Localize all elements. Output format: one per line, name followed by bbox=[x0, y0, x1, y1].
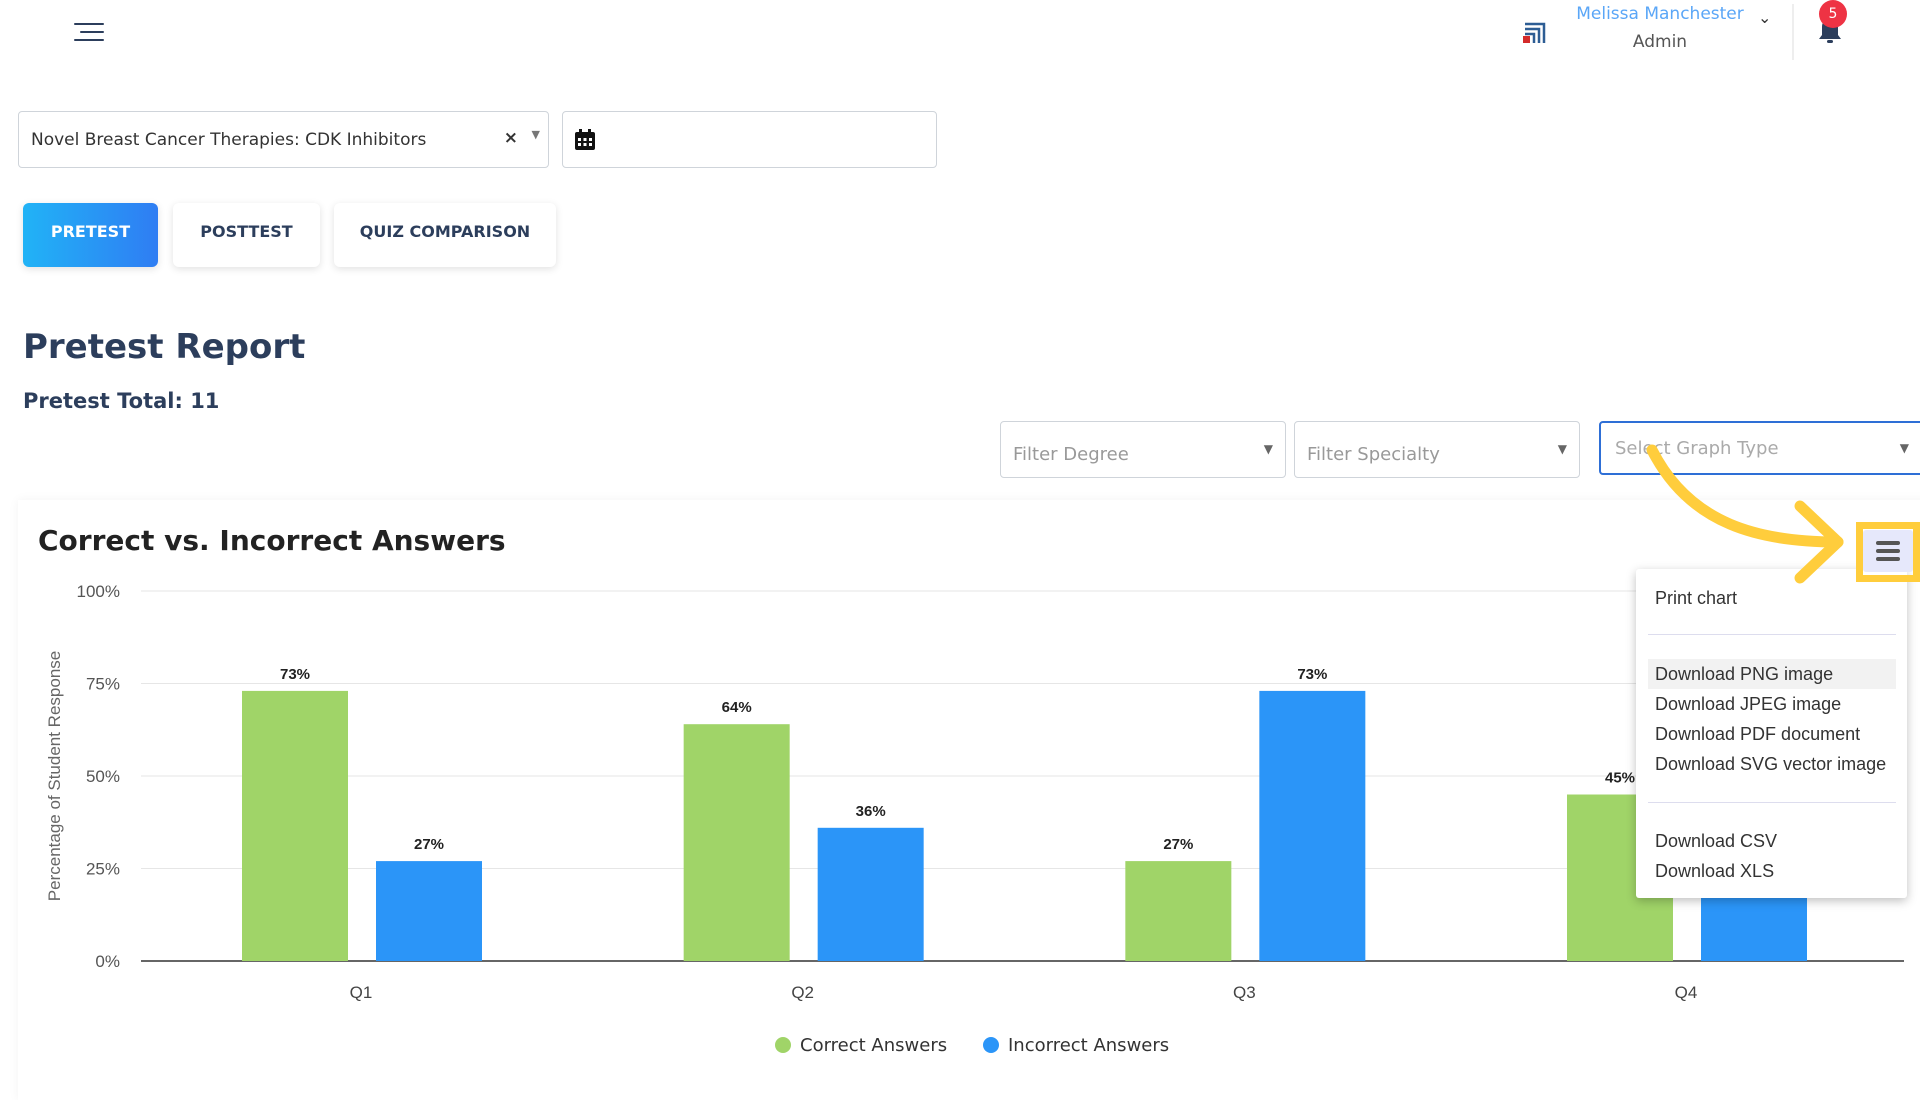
menu-separator bbox=[1648, 634, 1896, 635]
x-tick-label: Q2 bbox=[791, 983, 814, 1002]
chevron-down-icon[interactable]: ⌄ bbox=[1758, 8, 1771, 27]
y-tick-label: 100% bbox=[77, 582, 120, 601]
page-title: Pretest Report bbox=[23, 327, 306, 367]
tab-pretest[interactable]: PRETEST bbox=[23, 203, 158, 267]
x-tick-label: Q4 bbox=[1675, 983, 1698, 1002]
menu-item-download-jpeg[interactable]: Download JPEG image bbox=[1648, 689, 1896, 719]
y-tick-label: 50% bbox=[86, 767, 120, 786]
legend-swatch-correct bbox=[775, 1037, 791, 1053]
filter-specialty-placeholder: Filter Specialty bbox=[1307, 444, 1440, 465]
filter-specialty-select[interactable]: Filter Specialty ▼ bbox=[1294, 421, 1580, 478]
menu-item-download-svg[interactable]: Download SVG vector image bbox=[1648, 749, 1896, 779]
x-tick-label: Q1 bbox=[350, 983, 373, 1002]
divider bbox=[1792, 4, 1794, 60]
y-tick-label: 75% bbox=[86, 675, 120, 694]
bar-incorrect[interactable] bbox=[817, 827, 924, 961]
menu-item-download-xls[interactable]: Download XLS bbox=[1648, 856, 1896, 886]
data-label: 64% bbox=[722, 699, 752, 716]
pretest-total: Pretest Total: 11 bbox=[23, 389, 220, 413]
bar-incorrect[interactable] bbox=[1259, 690, 1366, 961]
bar-correct[interactable] bbox=[242, 690, 348, 961]
course-select[interactable]: Novel Breast Cancer Therapies: CDK Inhib… bbox=[18, 111, 549, 168]
export-menu: Print chart Download PNG image Download … bbox=[1636, 569, 1907, 898]
caret-down-icon: ▼ bbox=[1263, 442, 1273, 456]
menu-item-download-csv[interactable]: Download CSV bbox=[1648, 826, 1896, 856]
menu-item-download-png[interactable]: Download PNG image bbox=[1648, 659, 1896, 689]
caret-down-icon: ▼ bbox=[1899, 441, 1909, 455]
clear-icon[interactable]: × bbox=[504, 128, 518, 148]
data-label: 27% bbox=[1163, 836, 1193, 853]
date-input[interactable] bbox=[562, 111, 937, 168]
tab-posttest[interactable]: POSTTEST bbox=[173, 203, 320, 267]
y-axis-label: Percentage of Student Response bbox=[45, 651, 64, 901]
bar-chart: 0% 25% 50% 75% 100% Percentage of Student Res… bbox=[45, 582, 1904, 1002]
caret-down-icon[interactable]: ▼ bbox=[532, 128, 540, 141]
logo-icon bbox=[1523, 22, 1546, 43]
notification-badge[interactable]: 5 bbox=[1819, 0, 1847, 28]
legend-swatch-incorrect bbox=[983, 1037, 999, 1053]
data-label: 27% bbox=[414, 836, 444, 853]
annotation-arrow-icon bbox=[1646, 444, 1844, 584]
course-select-value: Novel Breast Cancer Therapies: CDK Inhib… bbox=[31, 130, 427, 150]
caret-down-icon: ▼ bbox=[1557, 442, 1567, 456]
y-tick-label: 25% bbox=[86, 860, 120, 879]
filter-degree-select[interactable]: Filter Degree ▼ bbox=[1000, 421, 1286, 478]
bar-correct[interactable] bbox=[683, 724, 790, 961]
menu-item-download-pdf[interactable]: Download PDF document bbox=[1648, 719, 1896, 749]
chart-title: Correct vs. Incorrect Answers bbox=[38, 524, 506, 557]
legend-label: Correct Answers bbox=[800, 1035, 948, 1056]
legend-correct[interactable]: Correct Answers bbox=[775, 1035, 947, 1056]
bar-incorrect[interactable] bbox=[376, 861, 482, 961]
tab-quiz-comparison[interactable]: QUIZ COMPARISON bbox=[334, 203, 556, 267]
legend-label: Incorrect Answers bbox=[1008, 1035, 1170, 1056]
annotation-highlight-box bbox=[1856, 522, 1920, 582]
user-name[interactable]: Melissa Manchester bbox=[1560, 4, 1760, 24]
user-role: Admin bbox=[1632, 32, 1688, 52]
data-label: 36% bbox=[856, 803, 886, 820]
filter-degree-placeholder: Filter Degree bbox=[1013, 444, 1129, 465]
x-tick-label: Q3 bbox=[1233, 983, 1256, 1002]
y-tick-label: 0% bbox=[95, 952, 120, 971]
menu-separator bbox=[1648, 802, 1896, 803]
data-label: 73% bbox=[1297, 666, 1327, 683]
data-label: 45% bbox=[1605, 770, 1635, 787]
data-label: 73% bbox=[280, 666, 310, 683]
menu-toggle-icon[interactable] bbox=[74, 20, 104, 44]
legend-incorrect[interactable]: Incorrect Answers bbox=[983, 1035, 1169, 1056]
bar-correct[interactable] bbox=[1125, 861, 1232, 961]
calendar-icon bbox=[575, 129, 595, 150]
